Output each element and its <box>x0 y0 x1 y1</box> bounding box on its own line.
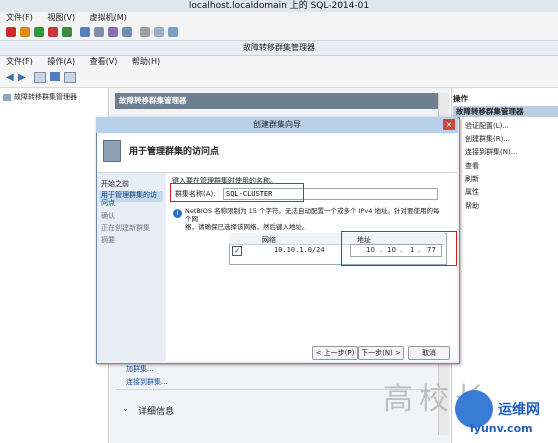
action-connect[interactable]: 连接到群集(N)... <box>465 147 517 157</box>
action-help[interactable]: 帮助 <box>465 201 479 211</box>
next-button[interactable]: 下一步(N) > <box>358 346 404 360</box>
details-label[interactable]: 详细信息 <box>138 404 174 417</box>
network-icon[interactable] <box>122 27 132 37</box>
create-cluster-link[interactable]: 加群集... <box>126 364 154 374</box>
fullscreen-icon[interactable] <box>154 27 164 37</box>
tree-toggle-icon[interactable] <box>34 72 46 83</box>
wizard-server-icon <box>103 140 121 162</box>
details-expand-icon[interactable]: ⌄ <box>122 404 129 413</box>
devices-icon[interactable] <box>94 27 104 37</box>
console-icon[interactable] <box>108 27 118 37</box>
snapshot-icon[interactable] <box>62 27 72 37</box>
forward-icon[interactable]: ▶ <box>18 72 26 83</box>
banner-title: 用于管理群集的访问点 <box>129 147 220 157</box>
action-refresh[interactable]: 刷新 <box>465 174 479 184</box>
action-validate[interactable]: 验证配置(L)... <box>465 121 509 131</box>
connect-cluster-link[interactable]: 连接到群集... <box>126 377 168 387</box>
close-icon[interactable]: × <box>443 119 455 130</box>
vm-toolbar <box>0 24 558 41</box>
fcm-window-title: 故障转移群集管理器 <box>0 41 558 56</box>
network-value: 10.10.1.0/24 <box>274 246 325 254</box>
pause-icon[interactable] <box>20 27 30 37</box>
fcm-menu-action[interactable]: 操作(A) <box>47 57 75 66</box>
network-checkbox[interactable]: ✓ <box>232 246 242 256</box>
wizard-steps: 开始之前 用于管理群集的访问点 确认 正在创建新群集 摘要 <box>97 173 165 361</box>
fcm-toolbar: ◀ ▶ <box>0 67 558 88</box>
watermark-site-url: iyunv.com <box>470 422 533 435</box>
watermark-site-name: 运维网 <box>498 402 540 418</box>
highlight-box-name <box>170 183 304 202</box>
help-icon[interactable] <box>50 72 60 81</box>
window-icon[interactable] <box>168 27 178 37</box>
cancel-button[interactable]: 取消 <box>408 346 450 360</box>
tree-pane: 故障转移群集管理器 <box>0 88 109 443</box>
play-icon[interactable] <box>34 27 44 37</box>
dialog-banner: 用于管理群集的访问点 <box>97 134 457 173</box>
cluster-manager-icon <box>3 94 11 101</box>
stop-icon[interactable] <box>6 27 16 37</box>
vm-menubar: 文件(F) 视图(V) 虚拟机(M) <box>0 12 558 24</box>
action-create-cluster[interactable]: 创建群集(R)... <box>465 134 510 144</box>
center-header: 故障转移群集管理器 <box>115 93 445 109</box>
highlight-box-address <box>341 231 457 266</box>
tools-icon[interactable] <box>140 27 150 37</box>
dialog-title: 创建群集向导 <box>96 117 458 133</box>
previous-button[interactable]: < 上一步(P) <box>312 346 358 360</box>
fcm-menu-file[interactable]: 文件(F) <box>6 57 33 66</box>
tree-item-fcm[interactable]: 故障转移群集管理器 <box>14 92 77 102</box>
actions-section-header[interactable]: 故障转移群集管理器 <box>453 106 558 117</box>
fcm-menubar: 文件(F) 操作(A) 查看(V) 帮助(H) <box>0 56 558 67</box>
info-text: NetBIOS 名称限制为 15 个字符。无法自动配置一个或多个 IPv4 地址… <box>185 207 440 231</box>
step-summary: 摘要 <box>101 236 115 244</box>
back-icon[interactable]: ◀ <box>6 72 14 83</box>
step-creating: 正在创建新群集 <box>101 224 150 232</box>
vm-window-title: localhost.localdomain 上的 SQL-2014-01 <box>0 0 558 12</box>
actions-toggle-icon[interactable] <box>64 72 76 83</box>
fcm-menu-help[interactable]: 帮助(H) <box>132 57 160 66</box>
restart-icon[interactable] <box>48 27 58 37</box>
actions-header: 操作 <box>453 94 468 103</box>
info-icon: i <box>173 209 182 218</box>
col-network: 网络 <box>262 236 276 244</box>
step-access-point[interactable]: 用于管理群集的访问点 <box>101 191 163 207</box>
action-properties[interactable]: 属性 <box>465 187 479 197</box>
settings-icon[interactable] <box>80 27 90 37</box>
step-before-you-begin[interactable]: 开始之前 <box>101 179 129 189</box>
vm-menu-vm[interactable]: 虚拟机(M) <box>90 13 127 22</box>
vm-menu-file[interactable]: 文件(F) <box>6 13 33 22</box>
step-confirm: 确认 <box>101 212 115 220</box>
fcm-menu-view[interactable]: 查看(V) <box>90 57 118 66</box>
vm-menu-view[interactable]: 视图(V) <box>47 13 75 22</box>
action-view[interactable]: 查看 <box>465 161 479 171</box>
